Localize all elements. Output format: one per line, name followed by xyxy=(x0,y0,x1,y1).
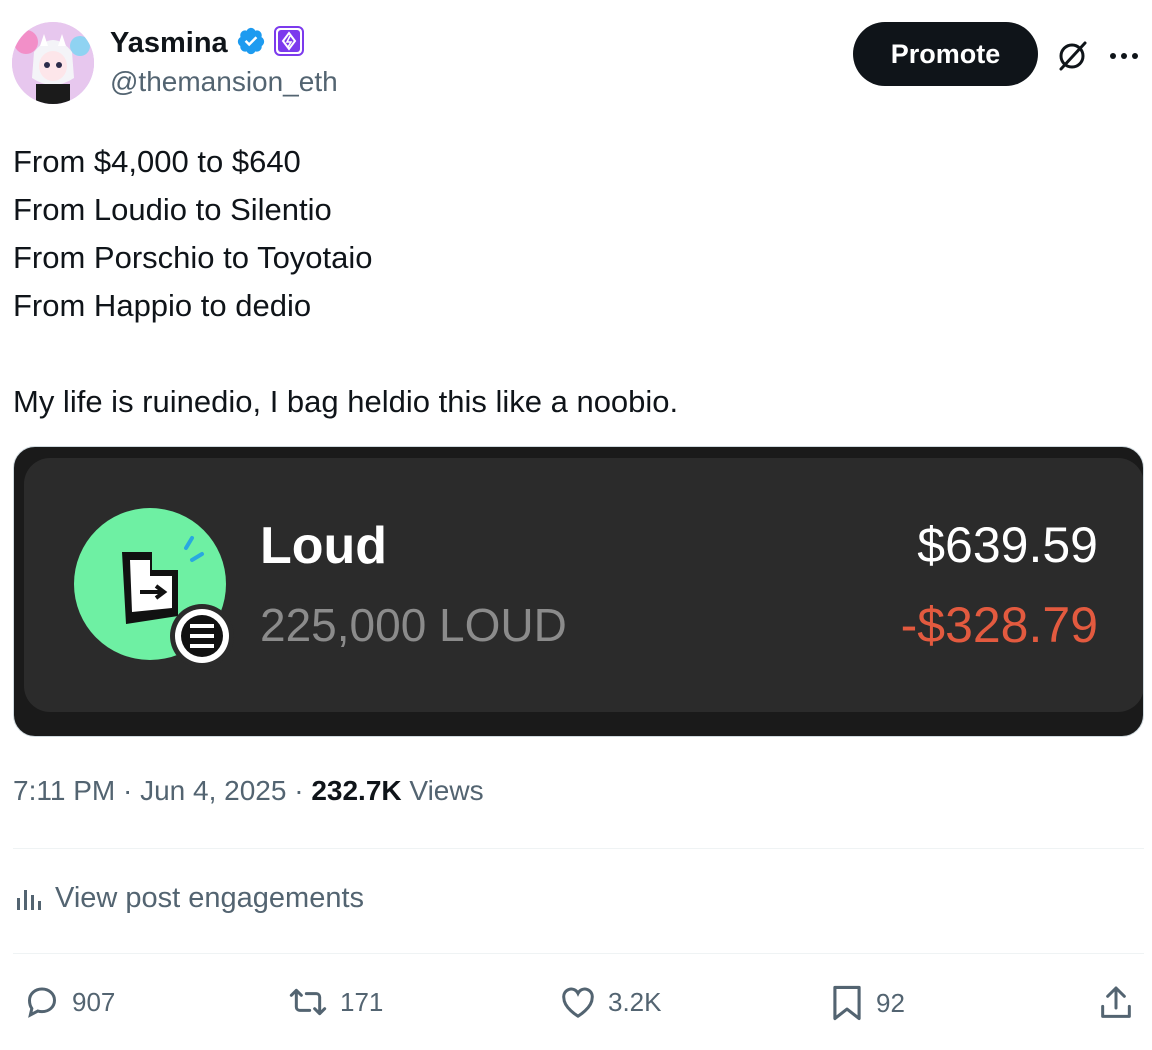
token-amount: 225,000 LOUD xyxy=(260,599,567,651)
tweet-date[interactable]: Jun 4, 2025 xyxy=(140,775,286,806)
view-engagements-link[interactable]: View post engagements xyxy=(13,882,364,915)
avatar[interactable] xyxy=(12,22,94,104)
affiliate-badge-icon[interactable] xyxy=(273,26,304,61)
tweet-media-image[interactable]: Loud 225,000 LOUD $639.59 -$328.79 xyxy=(13,446,1144,737)
meta-separator: · xyxy=(115,775,141,806)
author-name[interactable]: Yasmina xyxy=(110,27,228,60)
divider xyxy=(13,953,1144,954)
tweet-line: From Porschio to Toyotaio xyxy=(13,240,373,275)
promote-button[interactable]: Promote xyxy=(853,22,1038,86)
tweet-time[interactable]: 7:11 PM xyxy=(13,775,115,806)
tweet-meta: 7:11 PM · Jun 4, 2025 · 232.7K Views xyxy=(13,775,484,807)
analytics-icon xyxy=(17,889,41,910)
view-engagements-label: View post engagements xyxy=(55,882,365,914)
views-label: Views xyxy=(401,775,484,806)
tweet-text: From $4,000 to $640 From Loudio to Silen… xyxy=(13,138,1133,426)
loud-token-icon xyxy=(74,508,244,678)
tweet-line: From Loudio to Silentio xyxy=(13,192,332,227)
token-pnl: -$328.79 xyxy=(900,597,1098,653)
bookmark-icon xyxy=(833,985,861,1021)
meta-separator: · xyxy=(286,775,312,806)
reply-button[interactable]: 907 xyxy=(22,982,115,1022)
author-handle[interactable]: @themansion_eth xyxy=(110,66,338,98)
repost-count: 171 xyxy=(340,986,384,1017)
share-icon xyxy=(1101,986,1131,1018)
share-button[interactable] xyxy=(1096,982,1136,1024)
tweet-line: From $4,000 to $640 xyxy=(13,144,301,179)
like-count: 3.2K xyxy=(608,986,662,1017)
like-button[interactable]: 3.2K xyxy=(558,982,662,1022)
author-name-row: Yasmina xyxy=(110,26,304,61)
token-value: $639.59 xyxy=(917,517,1098,573)
more-options-icon[interactable] xyxy=(1104,36,1144,76)
bookmark-count: 92 xyxy=(876,987,905,1018)
token-holding-card: Loud 225,000 LOUD $639.59 -$328.79 xyxy=(24,458,1143,712)
repost-button[interactable]: 171 xyxy=(286,982,383,1022)
repost-icon xyxy=(289,988,327,1016)
reply-icon xyxy=(27,987,57,1018)
grok-icon[interactable] xyxy=(1052,36,1092,76)
views-count: 232.7K xyxy=(311,775,402,806)
verified-badge-icon[interactable] xyxy=(236,26,266,61)
bookmark-button[interactable]: 92 xyxy=(828,982,905,1024)
token-name: Loud xyxy=(260,517,388,575)
divider xyxy=(13,848,1144,849)
tweet-line: From Happio to dedio xyxy=(13,288,312,323)
heart-icon xyxy=(562,987,594,1018)
tweet-closing-line: My life is ruinedio, I bag heldio this l… xyxy=(13,384,679,419)
reply-count: 907 xyxy=(72,986,116,1017)
